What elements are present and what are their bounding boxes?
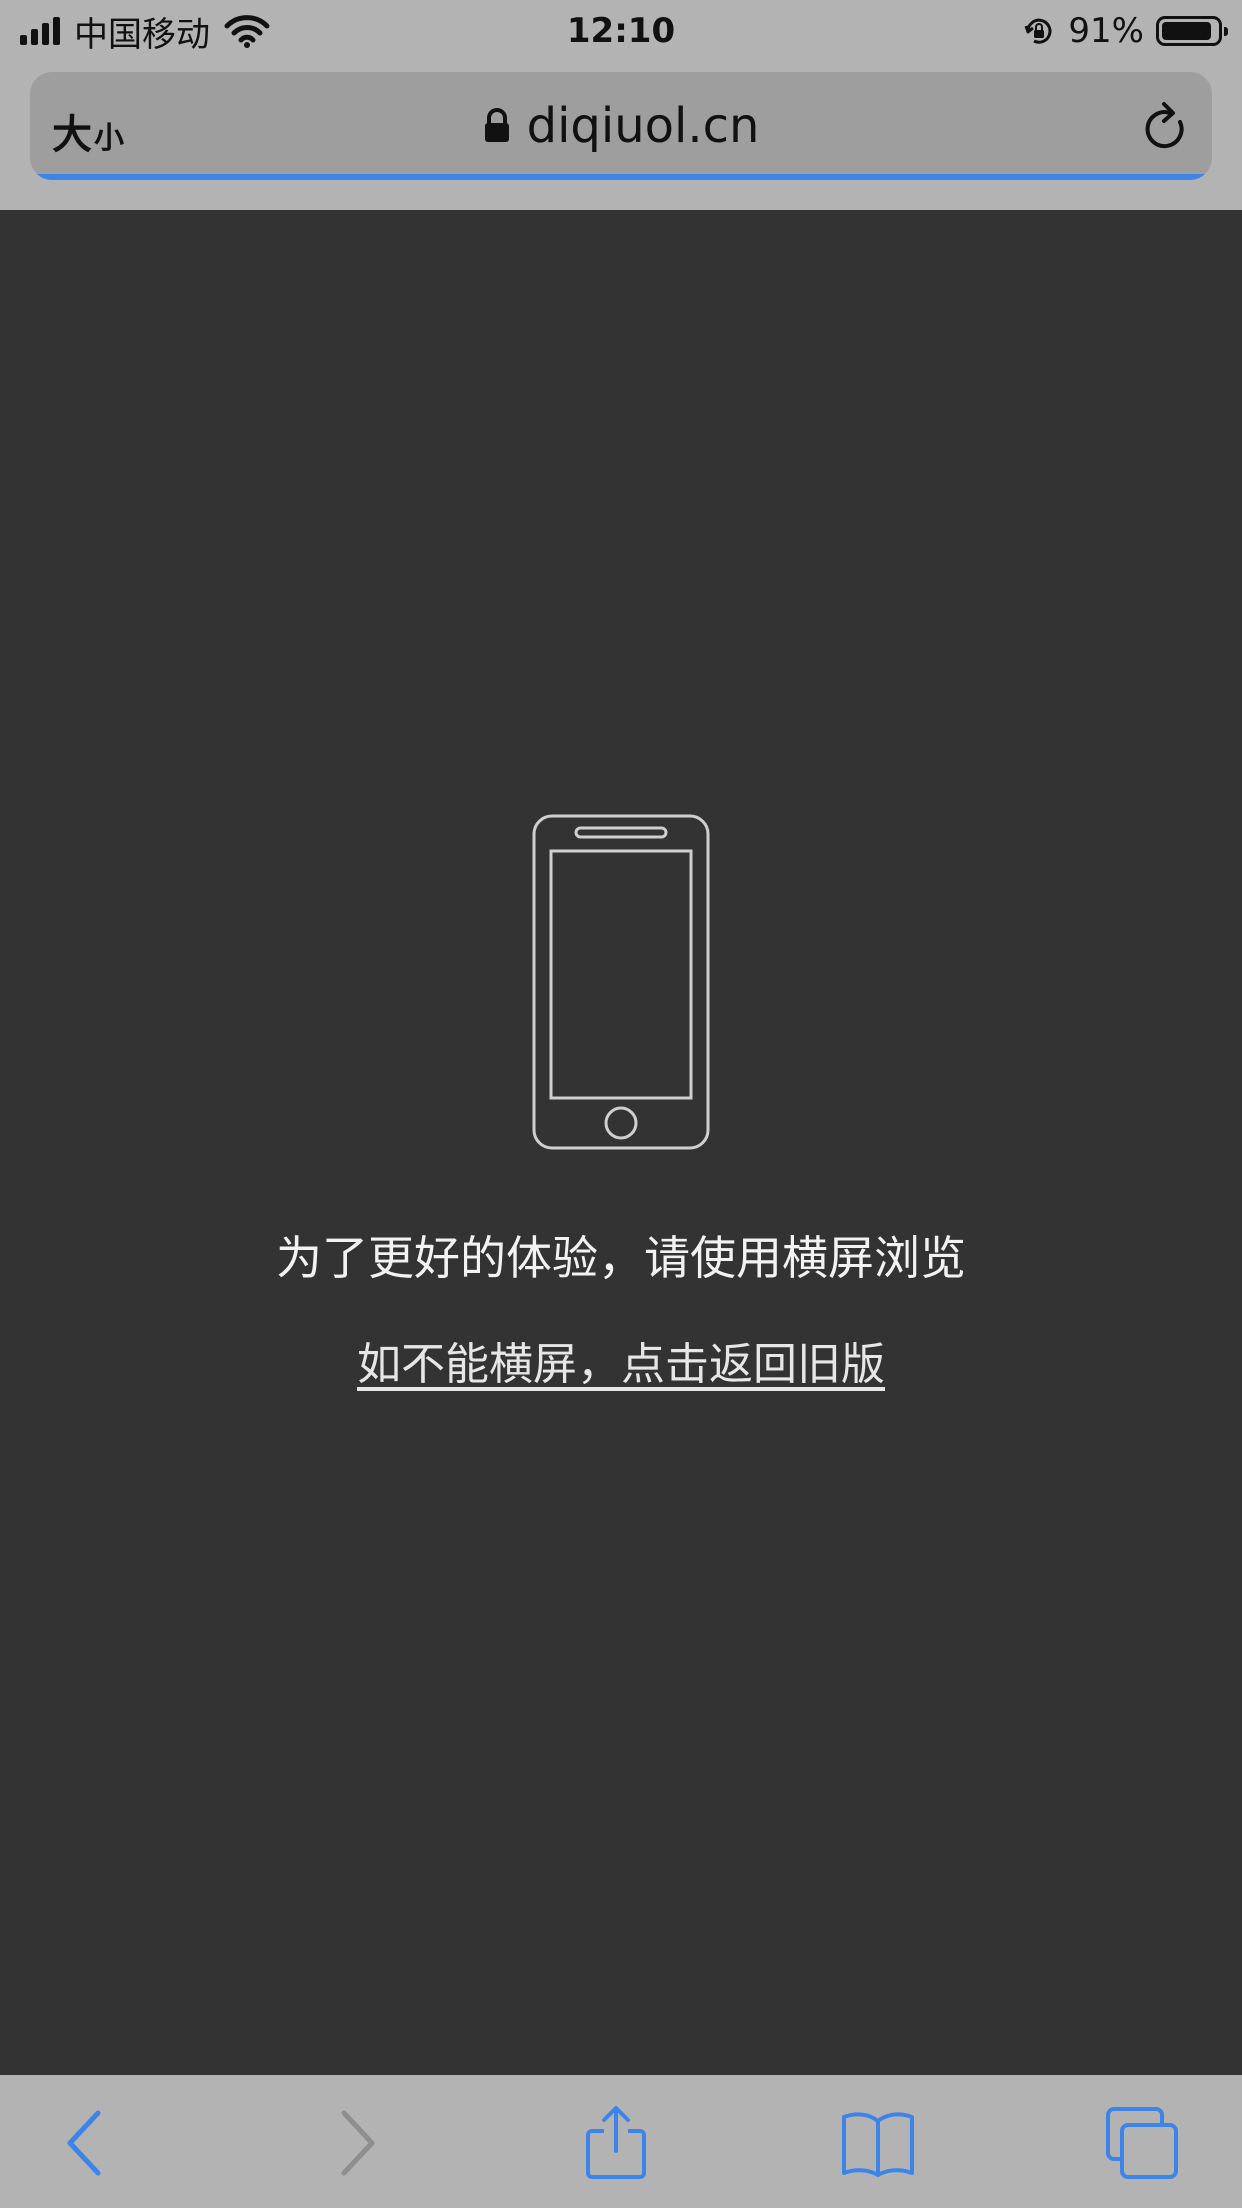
browser-toolbar (0, 2075, 1242, 2208)
orientation-lock-icon (1024, 18, 1052, 44)
status-right: 91% (1022, 8, 1228, 54)
battery-percent: 91% (1068, 11, 1144, 51)
landscape-message: 为了更好的体验，请使用横屏浏览 (276, 1231, 966, 1285)
phone-rotate-icon (532, 814, 710, 1150)
fallback-link-wrapper: 如不能横屏，点击返回旧版 (0, 1328, 1242, 1392)
bookmarks-icon[interactable] (838, 2105, 918, 2181)
reload-icon[interactable] (1140, 100, 1192, 156)
share-icon[interactable] (576, 2105, 656, 2181)
page-load-progress (30, 174, 1212, 180)
return-old-version-link[interactable]: 如不能横屏，点击返回旧版 (357, 1339, 885, 1390)
forward-icon[interactable] (316, 2105, 396, 2181)
back-icon[interactable] (46, 2105, 126, 2181)
browser-top-chrome: 中国移动 12:10 91% 大小 diqiuol.cn (0, 0, 1242, 210)
status-bar: 中国移动 12:10 91% (0, 0, 1242, 62)
address-bar[interactable]: 大小 diqiuol.cn (30, 72, 1212, 180)
battery-nub (1224, 27, 1228, 36)
battery-fill (1162, 22, 1212, 40)
battery-icon (1156, 16, 1228, 46)
tabs-icon[interactable] (1102, 2105, 1182, 2181)
url-text: diqiuol.cn (526, 98, 760, 154)
padlock-icon (484, 108, 509, 142)
url-display[interactable]: diqiuol.cn (30, 98, 1212, 154)
